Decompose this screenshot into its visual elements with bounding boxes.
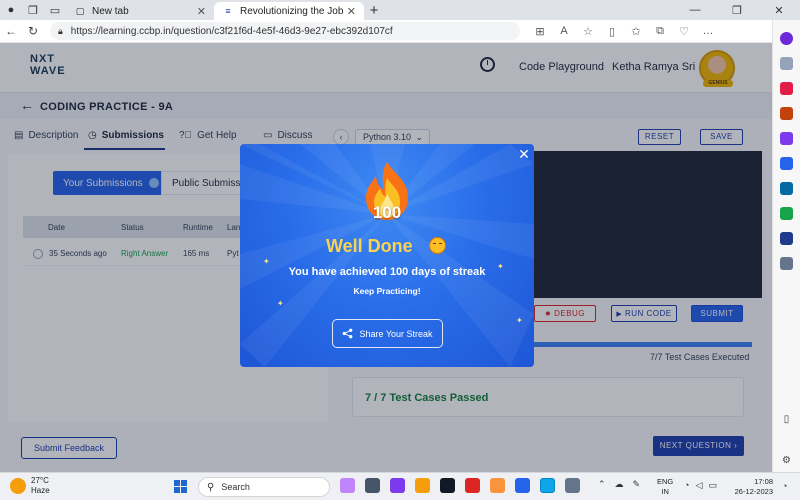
favorites-icon[interactable]: ✩ (624, 25, 648, 38)
keep-practicing-text: Keep Practicing! (353, 286, 421, 296)
add-app-icon[interactable] (780, 257, 793, 270)
settings-app-icon[interactable] (565, 478, 580, 493)
address-bar: ← ↻ 🔒︎ https://learning.ccbp.in/question… (0, 20, 772, 43)
tab-title: New tab (92, 5, 129, 17)
sparkle-icon: ✦ (516, 316, 523, 325)
file-explorer-icon[interactable] (415, 478, 430, 493)
collections-icon[interactable]: ⧉ (648, 25, 672, 38)
store-app-icon[interactable] (490, 478, 505, 493)
windows-taskbar: 27°C Haze ⚲ Search ⌃ ☁ ✎ ENG IN ◔ ◁ ▭ 17… (0, 472, 800, 500)
url-text: https://learning.ccbp.in/question/c3f21f… (70, 25, 393, 37)
browser-tab-bar: ● ❐ ▭ ▢ New tab ✕ ≡ Revolutionizing the … (0, 0, 800, 20)
taskbar-apps (340, 478, 590, 493)
read-aloud-icon[interactable]: A (552, 25, 576, 38)
microsoft-365-icon[interactable] (780, 157, 793, 170)
lock-icon[interactable]: 🔒︎ (58, 26, 63, 37)
system-tray: ⌃ ☁ ✎ (598, 479, 649, 490)
browser-tab-new[interactable]: ▢ New tab ✕ (66, 2, 214, 20)
refresh-icon[interactable]: ↻ (22, 24, 44, 38)
sidebar-settings-icon[interactable]: ⚙ (782, 455, 791, 466)
volume-icon: ◁ (695, 480, 703, 490)
edge-app-icon[interactable] (540, 478, 555, 493)
chevron-up-icon[interactable]: ⌃ (598, 479, 606, 490)
battery-icon: ▭ (708, 480, 717, 490)
pen-icon[interactable]: ✎ (633, 479, 641, 490)
tools-icon[interactable] (780, 107, 793, 120)
shopping-icon[interactable] (780, 82, 793, 95)
taskbar-search[interactable]: ⚲ Search (198, 477, 330, 497)
new-tab-button[interactable]: + (364, 2, 384, 19)
sidebar-layout-icon[interactable]: ▯ (784, 414, 790, 425)
app-available-icon[interactable]: ⊞ (528, 25, 552, 38)
modal-heading: Well Done (326, 236, 413, 256)
youtube-app-icon[interactable] (465, 478, 480, 493)
smiling-face-icon (429, 237, 446, 254)
edge-sidebar: ▯ ⚙ (772, 20, 800, 472)
tab-actions-icon[interactable]: ▭ (44, 0, 66, 20)
network-volume-battery[interactable]: ◔ ◁ ▭ (684, 480, 717, 491)
address-tools: ⊞ A ☆ ▯ ✩ ⧉ ♡ … (528, 25, 720, 38)
close-window-icon[interactable]: ✕ (758, 4, 800, 17)
workspaces-icon[interactable]: ❐ (22, 0, 44, 20)
ccbp-app-icon[interactable] (780, 232, 793, 245)
tab-title: Revolutionizing the Job Market | (240, 5, 343, 17)
drop-icon[interactable] (780, 207, 793, 220)
streak-number: 100 (372, 203, 402, 222)
new-tab-favicon-icon: ▢ (75, 5, 85, 16)
teams-app-icon[interactable] (390, 478, 405, 493)
back-icon[interactable]: ← (0, 24, 22, 38)
split-screen-icon[interactable]: ▯ (600, 25, 624, 38)
search-icon: ⚲ (207, 481, 215, 493)
maximize-icon[interactable]: ❐ (716, 4, 758, 17)
more-menu-icon[interactable]: … (696, 25, 720, 38)
task-view-icon[interactable] (365, 478, 380, 493)
minimize-icon[interactable]: — (674, 4, 716, 17)
copilot-icon[interactable] (780, 32, 793, 45)
system-clock[interactable]: 17:08 26-12-2023 (733, 477, 773, 497)
share-icon (343, 328, 353, 339)
games-icon[interactable] (780, 132, 793, 145)
terminal-app-icon[interactable] (440, 478, 455, 493)
widgets-app-icon[interactable] (340, 478, 355, 493)
todo-app-icon[interactable] (515, 478, 530, 493)
weather-widget[interactable]: 27°C Haze (31, 476, 50, 496)
streak-message: You have achieved 100 days of streak (288, 266, 486, 278)
window-controls: — ❐ ✕ (674, 4, 800, 17)
windows-start-icon[interactable] (174, 480, 187, 493)
favorite-star-icon[interactable]: ☆ (576, 25, 600, 38)
sparkle-icon: ✦ (263, 257, 270, 266)
onedrive-icon[interactable]: ☁ (615, 479, 624, 490)
weather-sun-icon[interactable] (10, 478, 26, 494)
share-streak-button[interactable]: Share Your Streak (332, 319, 443, 348)
browser-tab-active[interactable]: ≡ Revolutionizing the Job Market | ✕ (214, 2, 364, 20)
outlook-icon[interactable] (780, 182, 793, 195)
url-field[interactable]: 🔒︎ https://learning.ccbp.in/question/c3f… (50, 22, 520, 40)
notification-bell-icon[interactable]: ◔ (782, 481, 787, 491)
search-icon[interactable] (780, 57, 793, 70)
close-tab-icon[interactable]: ✕ (197, 5, 206, 18)
profile-icon[interactable]: ● (0, 0, 22, 20)
sparkle-icon: ✦ (277, 299, 284, 308)
ccbp-favicon-icon: ≡ (225, 6, 231, 16)
wifi-icon: ◔ (684, 480, 690, 490)
sparkle-icon: ✦ (497, 262, 504, 271)
close-tab-icon[interactable]: ✕ (347, 5, 356, 18)
share-label: Share Your Streak (359, 328, 433, 339)
language-indicator[interactable]: ENG IN (657, 477, 673, 497)
browser-essentials-icon[interactable]: ♡ (672, 25, 696, 38)
close-modal-icon[interactable]: ✕ (517, 147, 531, 161)
